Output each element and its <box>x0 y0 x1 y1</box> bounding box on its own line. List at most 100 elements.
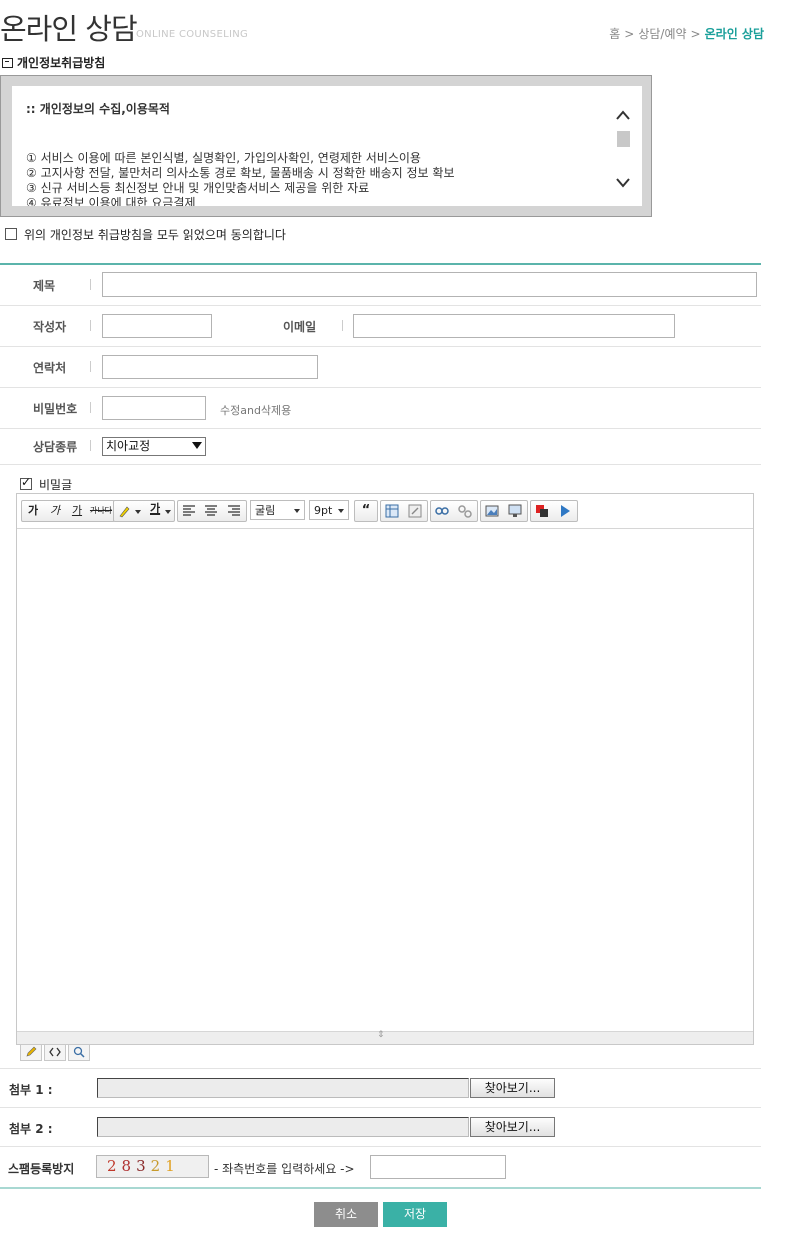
table-edit-button[interactable] <box>403 501 427 521</box>
category-select[interactable]: 치아교정 <box>102 437 206 456</box>
insert-table-button[interactable] <box>381 501 403 521</box>
spam-label: 스팸등록방지 <box>8 1162 75 1176</box>
category-label: 상담종류 <box>33 440 78 454</box>
label-divider <box>90 320 91 331</box>
strikethrough-button[interactable]: 가나다 <box>88 501 114 521</box>
row-divider <box>0 464 761 465</box>
scrollbar-thumb[interactable] <box>617 131 630 147</box>
phone-input[interactable] <box>102 355 318 379</box>
color-group: 가 <box>113 500 175 522</box>
save-button[interactable]: 저장 <box>383 1202 447 1227</box>
privacy-policy-text-area[interactable]: :: 개인정보의 수집,이용목적 ① 서비스 이용에 따른 본인식별, 실명확인… <box>12 86 642 206</box>
email-label: 이메일 <box>283 320 317 334</box>
breadcrumb-consult[interactable]: 상담/예약 <box>638 27 686 41</box>
italic-button[interactable]: 가 <box>44 501 66 521</box>
align-right-button[interactable] <box>222 501 246 521</box>
resize-grip-icon: ⇕ <box>377 1030 385 1040</box>
insert-flash-button[interactable] <box>531 501 553 521</box>
play-icon <box>561 505 570 517</box>
align-left-icon <box>183 505 195 516</box>
privacy-scrollbar[interactable] <box>613 96 633 206</box>
code-icon <box>49 1047 61 1057</box>
category-selected-value: 치아교정 <box>106 439 151 453</box>
subject-label: 제목 <box>33 279 56 293</box>
email-input[interactable] <box>353 314 675 338</box>
privacy-line: ④ 유료정보 이용에 대한 요금결제 <box>26 196 196 206</box>
form-bottom-divider <box>0 1187 761 1189</box>
preview-mode-button[interactable] <box>68 1044 90 1061</box>
font-family-select[interactable]: 굴림 <box>250 500 305 520</box>
label-divider <box>90 440 91 451</box>
label-divider <box>342 320 343 331</box>
page-title: 온라인 상담 <box>0 12 138 46</box>
highlight-color-button[interactable] <box>114 501 144 521</box>
bold-button[interactable]: 가 <box>22 501 44 521</box>
font-size-value: 9pt <box>314 504 333 517</box>
label-divider <box>90 279 91 290</box>
password-hint: 수정and삭제용 <box>220 404 292 417</box>
attachment-2-label: 첨부 2 : <box>9 1122 53 1136</box>
insert-media-button[interactable] <box>503 501 527 521</box>
underline-button[interactable]: 가 <box>66 501 88 521</box>
author-input[interactable] <box>102 314 212 338</box>
caret-down-icon <box>294 509 300 513</box>
privacy-line: ② 고지사항 전달, 불만처리 의사소통 경로 확보, 물품배송 시 정확한 배… <box>26 166 455 180</box>
insert-image-button[interactable] <box>481 501 503 521</box>
captcha-input[interactable] <box>370 1155 506 1179</box>
secret-checkbox[interactable] <box>20 475 32 490</box>
editor-toolbar: 가 가 가 가나다 가 굴림 9pt “ <box>17 494 753 529</box>
breadcrumb-separator: > <box>690 27 701 41</box>
breadcrumb-home[interactable]: 홈 <box>609 27 620 41</box>
rich-text-editor: 가 가 가 가나다 가 굴림 9pt “ ⇕ <box>16 493 754 1045</box>
phone-label: 연락처 <box>33 361 67 375</box>
table-edit-icon <box>408 504 422 518</box>
table-group <box>380 500 428 522</box>
attachment-1-label: 첨부 1 : <box>9 1083 53 1097</box>
captcha-digit: 8 <box>121 1157 137 1175</box>
font-color-button[interactable]: 가 <box>144 501 174 521</box>
privacy-section-title: 개인정보취급방침 <box>2 54 105 71</box>
scroll-down-icon[interactable] <box>613 172 633 194</box>
password-input[interactable] <box>102 396 206 420</box>
pencil-icon <box>26 1046 37 1057</box>
secret-label: 비밀글 <box>39 478 73 492</box>
align-right-icon <box>228 505 240 516</box>
attachment-2-browse-button[interactable]: 찾아보기... <box>470 1117 555 1137</box>
privacy-title-text: 개인정보취급방침 <box>17 56 106 70</box>
privacy-agree[interactable]: 위의 개인정보 취급방침을 모두 읽었으며 동의합니다 <box>5 226 286 243</box>
html-mode-button[interactable] <box>44 1044 66 1061</box>
insert-link-button[interactable] <box>431 501 453 521</box>
document-icon <box>2 58 13 68</box>
secret-post-option[interactable]: 비밀글 <box>20 475 73 493</box>
font-size-select[interactable]: 9pt <box>309 500 349 520</box>
magnifier-icon <box>73 1046 85 1058</box>
attachment-2-input[interactable] <box>97 1117 469 1137</box>
captcha-digit: 1 <box>165 1157 180 1175</box>
link-group <box>430 500 478 522</box>
chevron-down-icon <box>192 442 202 449</box>
row-divider <box>0 428 761 429</box>
attachment-1-browse-button[interactable]: 찾아보기... <box>470 1078 555 1098</box>
image-icon <box>485 505 499 517</box>
quote-group: “ <box>354 500 378 522</box>
editor-content-area[interactable] <box>17 529 753 1031</box>
subject-input[interactable] <box>102 272 757 297</box>
editor-resize-handle[interactable]: ⇕ <box>17 1030 753 1044</box>
privacy-agree-checkbox[interactable] <box>5 228 17 240</box>
preview-button[interactable] <box>553 501 577 521</box>
label-divider <box>90 361 91 372</box>
align-center-button[interactable] <box>200 501 222 521</box>
captcha-image: 28321 <box>96 1155 209 1178</box>
attachment-1-input[interactable] <box>97 1078 469 1098</box>
unlink-button[interactable] <box>453 501 477 521</box>
align-left-button[interactable] <box>178 501 200 521</box>
link-icon <box>435 507 449 515</box>
scroll-up-icon[interactable] <box>613 104 633 126</box>
captcha-instruction: - 좌측번호를 입력하세요 -> <box>214 1162 355 1176</box>
breadcrumb-separator: > <box>624 27 635 41</box>
cancel-button[interactable]: 취소 <box>314 1202 378 1227</box>
privacy-heading: :: 개인정보의 수집,이용목적 <box>26 102 170 116</box>
privacy-policy-box: :: 개인정보의 수집,이용목적 ① 서비스 이용에 따른 본인식별, 실명확인… <box>0 75 652 217</box>
edit-mode-button[interactable] <box>20 1044 42 1061</box>
blockquote-button[interactable]: “ <box>355 501 377 521</box>
